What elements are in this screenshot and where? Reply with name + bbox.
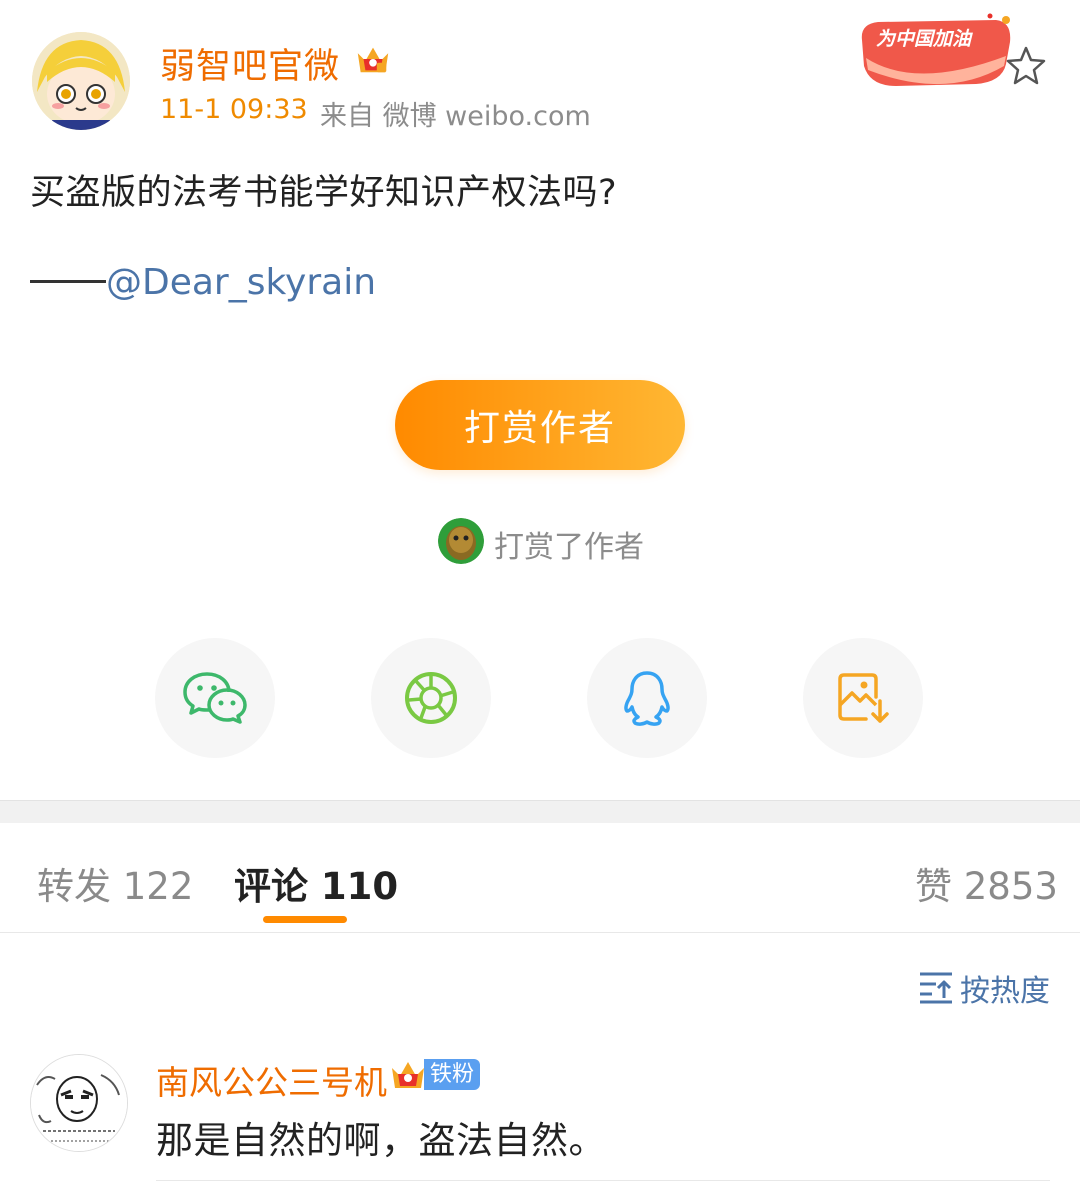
commenter-avatar[interactable]: [30, 1054, 128, 1152]
comment-divider: [156, 1180, 1050, 1181]
post-text: 买盗版的法考书能学好知识产权法吗?: [30, 173, 618, 213]
tabs-divider: [0, 932, 1080, 933]
tab-likes-label: 赞: [915, 865, 952, 908]
post-source: 来自 微博 weibo.com: [320, 101, 591, 132]
author-name[interactable]: 弱智吧官微: [160, 38, 340, 89]
commenter-name[interactable]: 南风公公三号机: [156, 1056, 387, 1104]
rewarded-text: 打赏了作者: [494, 530, 644, 565]
comment-text: 那是自然的啊，盗法自然。: [156, 1119, 606, 1162]
vip-crown-icon: [357, 47, 389, 73]
share-wechat-button[interactable]: [155, 638, 275, 758]
tab-likes[interactable]: 赞 2853: [915, 856, 1058, 910]
rewarder-avatar[interactable]: [438, 518, 484, 564]
sort-by-hot[interactable]: 按热度: [960, 966, 1050, 1010]
wechat-icon: [183, 672, 247, 724]
promo-badge[interactable]: 为中国加油: [856, 10, 1018, 92]
reward-author-button[interactable]: 打赏作者: [395, 380, 685, 470]
tab-comments[interactable]: 评论 110: [234, 856, 398, 910]
tab-repost[interactable]: 转发 122: [37, 856, 193, 910]
fan-crown-icon: [392, 1062, 424, 1088]
attribution-dash: [30, 280, 106, 283]
post-time: 11-1 09:33: [160, 94, 308, 125]
author-avatar[interactable]: [32, 32, 130, 130]
share-qq-button[interactable]: [587, 638, 707, 758]
section-divider: [0, 800, 1080, 823]
sort-icon[interactable]: [918, 970, 954, 1004]
save-image-icon: [838, 673, 889, 723]
moments-icon: [405, 672, 457, 724]
share-moments-button[interactable]: [371, 638, 491, 758]
save-image-button[interactable]: [803, 638, 923, 758]
active-tab-indicator: [263, 916, 347, 923]
favorite-star-icon[interactable]: [1004, 44, 1048, 88]
tab-comments-count: 110: [320, 865, 399, 908]
tab-repost-count: 122: [122, 865, 194, 908]
tab-comments-label: 评论: [234, 865, 308, 908]
iron-fan-badge: 铁粉: [424, 1059, 481, 1090]
mention-link[interactable]: @Dear_skyrain: [106, 262, 376, 303]
tab-likes-count: 2853: [963, 865, 1058, 908]
qq-icon: [624, 671, 670, 726]
promo-badge-text: 为中国加油: [876, 28, 972, 50]
tab-repost-label: 转发: [37, 865, 111, 908]
